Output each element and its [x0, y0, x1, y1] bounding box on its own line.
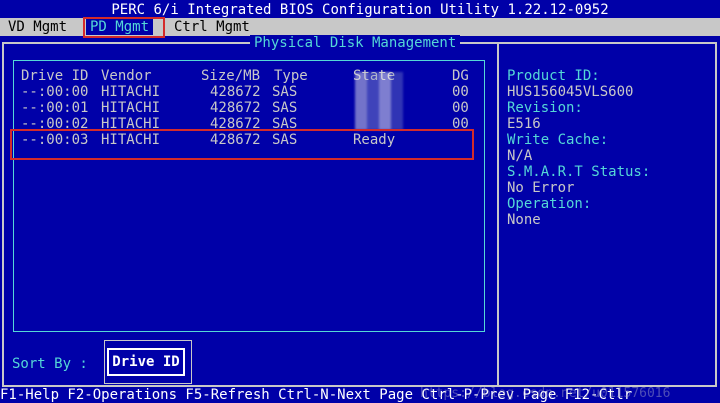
row-highlight-box [10, 129, 474, 160]
header-dg: DG [452, 68, 469, 84]
header-type: Type [274, 68, 308, 84]
cell-dg: 00 [452, 84, 469, 100]
smart-status-value: No Error [507, 180, 575, 196]
watermark-text: https://blog.csdn.net/u011576016 [420, 386, 671, 401]
cell-type: SAS [272, 84, 298, 100]
cell-vendor: HITACHI [101, 84, 161, 100]
revision-value: E516 [507, 116, 541, 132]
cell-type: SAS [272, 100, 298, 116]
sort-drive-id-button[interactable]: Drive ID [107, 348, 185, 376]
panel-title: Physical Disk Management [250, 35, 461, 51]
window-title: PERC 6/i Integrated BIOS Configuration U… [0, 2, 720, 18]
operation-label: Operation: [507, 196, 592, 212]
product-id-value: HUS156045VLS600 [507, 84, 634, 100]
cell-drive-id: --:00:01 [21, 100, 89, 116]
panel-divider [497, 42, 499, 387]
write-cache-value: N/A [507, 148, 533, 164]
write-cache-label: Write Cache: [507, 132, 609, 148]
menu-highlight-box [83, 17, 165, 38]
header-drive-id: Drive ID [21, 68, 89, 84]
sort-by-label: Sort By : [12, 356, 88, 372]
cell-size: 428672 [210, 84, 261, 100]
product-id-label: Product ID: [507, 68, 600, 84]
redaction-blur [355, 72, 403, 130]
cell-vendor: HITACHI [101, 100, 161, 116]
cell-dg: 00 [452, 100, 469, 116]
revision-label: Revision: [507, 100, 583, 116]
menu-ctrl-mgmt[interactable]: Ctrl Mgmt [174, 19, 250, 35]
cell-size: 428672 [210, 100, 261, 116]
header-vendor: Vendor [101, 68, 152, 84]
cell-drive-id: --:00:00 [21, 84, 89, 100]
operation-value: None [507, 212, 541, 228]
smart-status-label: S.M.A.R.T Status: [507, 164, 651, 180]
header-size: Size/MB [201, 68, 261, 84]
menu-vd-mgmt[interactable]: VD Mgmt [8, 19, 67, 35]
